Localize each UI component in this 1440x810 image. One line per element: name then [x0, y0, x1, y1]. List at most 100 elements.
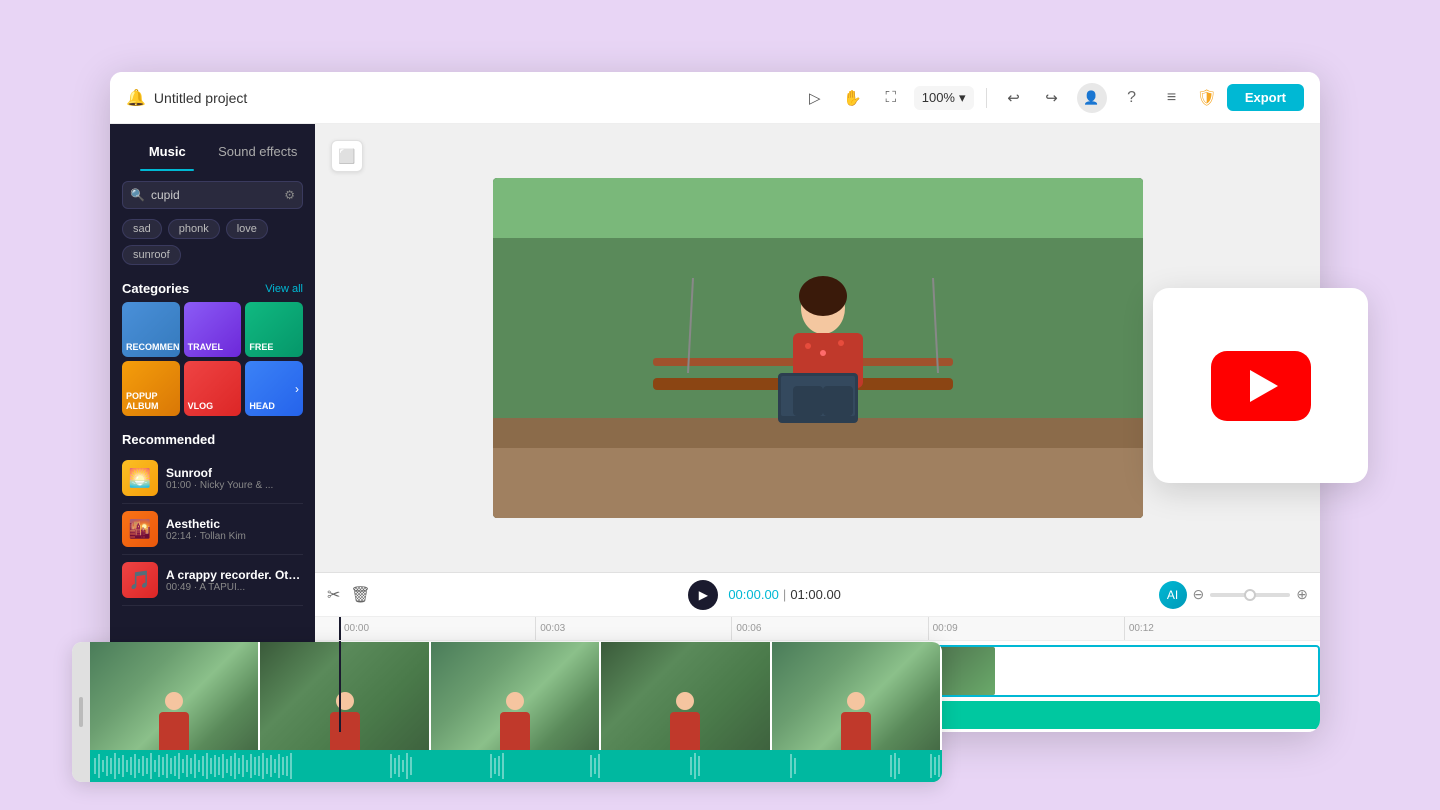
- person-body: [159, 712, 189, 752]
- tag-sad[interactable]: sad: [122, 219, 162, 239]
- person-body-3: [500, 712, 530, 752]
- youtube-icon: [1211, 351, 1311, 421]
- person-head-4: [676, 692, 694, 710]
- music-info-sunroof: Sunroof 01:00 · Nicky Youre & ...: [166, 466, 303, 491]
- category-label-popup: POPUP ALBUM: [126, 392, 176, 412]
- music-meta-sunroof: 01:00 · Nicky Youre & ...: [166, 480, 303, 491]
- music-item-sunroof[interactable]: 🌅 Sunroof 01:00 · Nicky Youre & ...: [122, 453, 303, 504]
- shield-icon: 🛡: [1197, 88, 1217, 108]
- playback-bar: ✂ 🗑 ▶ 00:00.00 | 01:00.00 AI ⊖: [315, 573, 1320, 617]
- tag-love[interactable]: love: [226, 219, 268, 239]
- editor-window: 🔔 Untitled project ▷ ✋ ⛶ 100% ▾ ↩ ↪ 👤 ? …: [110, 72, 1320, 732]
- audio-waveform-svg: [90, 750, 942, 782]
- category-recommend[interactable]: RECOMMEND: [122, 302, 180, 357]
- delete-clip-icon[interactable]: 🗑: [350, 585, 370, 605]
- ruler-tick-2: 00:06: [731, 617, 927, 640]
- ruler-tick-4: 00:12: [1124, 617, 1320, 640]
- person-body-5: [841, 712, 871, 752]
- project-icon: 🔔: [126, 88, 146, 108]
- view-all-link[interactable]: View all: [265, 283, 303, 295]
- thumb-sunroof: 🌅: [122, 460, 158, 496]
- categories-grid: RECOMMEND TRAVEL FREE POPUP ALBUM: [110, 302, 315, 424]
- top-toolbar: 🔔 Untitled project ▷ ✋ ⛶ 100% ▾ ↩ ↪ 👤 ? …: [110, 72, 1320, 124]
- ai-enhance-button[interactable]: AI: [1159, 581, 1187, 609]
- redo-button[interactable]: ↪: [1037, 83, 1067, 113]
- category-popup[interactable]: POPUP ALBUM: [122, 361, 180, 416]
- ruler-tick-3: 00:09: [928, 617, 1124, 640]
- avatar-button[interactable]: 👤: [1077, 83, 1107, 113]
- video-scene-svg: [493, 178, 1143, 518]
- youtube-card: [1153, 288, 1368, 483]
- frame-tool-button[interactable]: ⬜: [331, 140, 363, 172]
- category-label-vlog: VLOG: [188, 402, 214, 412]
- person-head-3: [506, 692, 524, 710]
- play-button[interactable]: ▶: [688, 580, 718, 610]
- youtube-logo: [1211, 351, 1311, 421]
- layers-button[interactable]: ≡: [1157, 83, 1187, 113]
- zoom-thumb: [1244, 589, 1256, 601]
- total-time: 01:00.00: [790, 587, 841, 602]
- ruler-playhead: [339, 617, 341, 640]
- project-title: Untitled project: [154, 90, 247, 106]
- tag-sunroof[interactable]: sunroof: [122, 245, 181, 265]
- music-item-aesthetic[interactable]: 🌇 Aesthetic 02:14 · Tollan Kim: [122, 504, 303, 555]
- filter-icon[interactable]: ⚙: [284, 188, 295, 202]
- fullscreen-tool-button[interactable]: ⛶: [876, 83, 906, 113]
- ruler-tick-1: 00:03: [535, 617, 731, 640]
- playhead: [339, 641, 341, 732]
- help-button[interactable]: ?: [1117, 83, 1147, 113]
- main-content: Music Sound effects 🔍 ⚙ sad phonk love s…: [110, 124, 1320, 732]
- category-label-travel: TRAVEL: [188, 343, 223, 353]
- music-sidebar: Music Sound effects 🔍 ⚙ sad phonk love s…: [110, 124, 315, 732]
- toolbar-right: 👤 ? ≡ 🛡 Export: [1077, 83, 1304, 113]
- music-item-recorder[interactable]: 🎵 A crappy recorder. Otoboke /... 00:49 …: [122, 555, 303, 606]
- category-travel[interactable]: TRAVEL: [184, 302, 242, 357]
- ruler-tick-0: 00:00: [339, 617, 535, 640]
- zoom-slider[interactable]: [1210, 593, 1290, 597]
- timeline-zoom: AI ⊖ ⊕: [1159, 581, 1308, 609]
- search-input[interactable]: [122, 181, 303, 209]
- recommended-header: Recommended: [110, 424, 315, 453]
- person-body-4: [670, 712, 700, 752]
- categories-title: Categories: [122, 281, 189, 296]
- category-vlog[interactable]: VLOG: [184, 361, 242, 416]
- category-head[interactable]: HEAD ›: [245, 361, 303, 416]
- filmstrip-overlay: [72, 642, 942, 782]
- toolbar-center: ▷ ✋ ⛶ 100% ▾ ↩ ↪: [800, 83, 1067, 113]
- category-free[interactable]: FREE: [245, 302, 303, 357]
- tag-phonk[interactable]: phonk: [168, 219, 220, 239]
- undo-button[interactable]: ↩: [999, 83, 1029, 113]
- zoom-level: 100%: [922, 90, 955, 105]
- tab-sound-effects[interactable]: Sound effects: [213, 136, 304, 171]
- cursor-tool-button[interactable]: ▷: [800, 83, 830, 113]
- sidebar-search: 🔍 ⚙: [122, 181, 303, 209]
- video-preview: [493, 178, 1143, 518]
- search-icon: 🔍: [130, 188, 145, 202]
- time-separator: |: [783, 587, 786, 602]
- music-info-aesthetic: Aesthetic 02:14 · Tollan Kim: [166, 517, 303, 542]
- category-label-free: FREE: [249, 343, 273, 353]
- toolbar-divider: [986, 88, 987, 108]
- thumb-aesthetic: 🌇: [122, 511, 158, 547]
- categories-header: Categories View all: [110, 273, 315, 302]
- split-tool-icon[interactable]: ✂: [327, 585, 340, 605]
- music-name-aesthetic: Aesthetic: [166, 517, 303, 531]
- sidebar-tabs: Music Sound effects: [110, 124, 315, 171]
- hand-tool-button[interactable]: ✋: [838, 83, 868, 113]
- zoom-selector[interactable]: 100% ▾: [914, 86, 974, 110]
- handle-grip-icon: [79, 697, 83, 727]
- filmstrip-left-handle[interactable]: [72, 642, 90, 782]
- tab-music[interactable]: Music: [122, 136, 213, 171]
- canvas-tools: ⬜: [331, 140, 363, 172]
- export-button[interactable]: Export: [1227, 84, 1304, 111]
- zoom-out-icon[interactable]: ⊖: [1193, 586, 1205, 603]
- recommended-title: Recommended: [122, 432, 215, 447]
- person-head: [165, 692, 183, 710]
- person-body-2: [330, 712, 360, 752]
- person-head-5: [847, 692, 865, 710]
- filmstrip-audio-row: [90, 750, 942, 782]
- music-name-recorder: A crappy recorder. Otoboke /...: [166, 568, 303, 582]
- zoom-in-icon[interactable]: ⊕: [1296, 586, 1308, 603]
- tags-row: sad phonk love sunroof: [110, 219, 315, 273]
- youtube-play-icon: [1250, 370, 1278, 402]
